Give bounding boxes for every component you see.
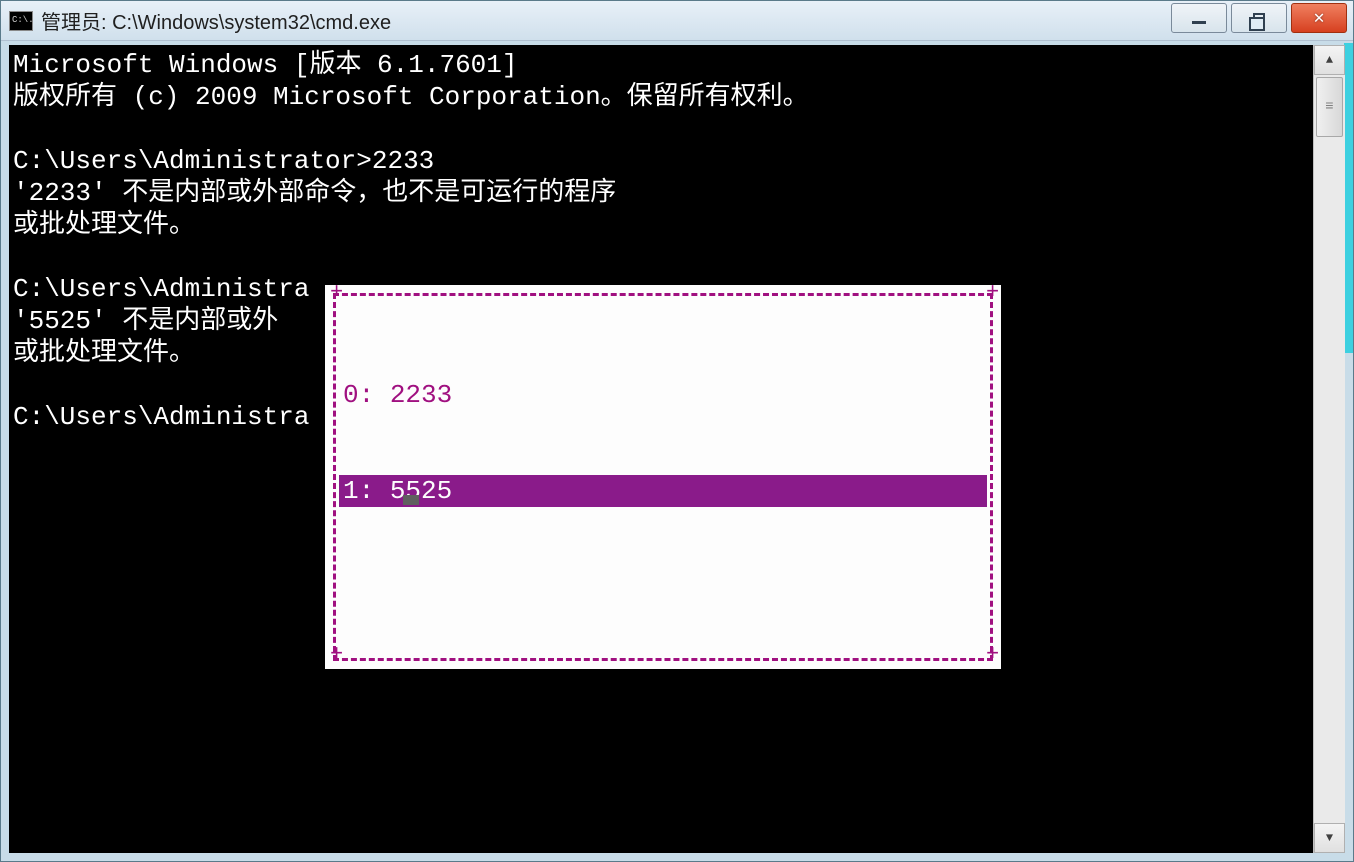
maximize-icon [1253,13,1265,23]
history-command: 2233 [390,380,452,410]
cmd-icon-text: C:\. [12,16,34,25]
minimize-button[interactable] [1171,3,1227,33]
term-line: '5525' 不是内部或外 [13,306,278,336]
client-area: Microsoft Windows [版本 6.1.7601] 版权所有 (c)… [9,45,1345,853]
history-index: 0: [343,380,374,410]
term-line: Microsoft Windows [版本 6.1.7601] [13,50,517,80]
corner-icon: + [330,288,340,298]
history-index: 1: [343,476,374,506]
right-edge-accent [1344,43,1353,353]
scroll-thumb[interactable] [1316,77,1343,137]
term-line: 或批处理文件。 [13,338,195,368]
maximize-button[interactable] [1231,3,1287,33]
term-line: '2233' 不是内部或外部命令，也不是可运行的程序 [13,178,616,208]
term-line: 或批处理文件。 [13,210,195,240]
corner-icon: + [986,650,996,660]
titlebar[interactable]: C:\. 管理员: C:\Windows\system32\cmd.exe ✕ [1,1,1353,41]
terminal-output[interactable]: Microsoft Windows [版本 6.1.7601] 版权所有 (c)… [9,45,1313,853]
vertical-scrollbar: ▲ ▼ [1313,45,1345,853]
scroll-track[interactable] [1314,75,1345,823]
term-line: 版权所有 (c) 2009 Microsoft Corporation。保留所有… [13,82,809,112]
scroll-down-button[interactable]: ▼ [1314,823,1345,853]
term-line: C:\Users\Administrator>2233 [13,146,434,176]
minimize-icon [1192,21,1206,24]
history-item-1[interactable]: 1: 5525 [339,475,987,507]
cursor-icon [403,495,419,505]
term-line: C:\Users\Administra [13,274,309,304]
corner-icon: + [986,288,996,298]
cmd-icon: C:\. [9,11,33,31]
close-button[interactable]: ✕ [1291,3,1347,33]
term-line: C:\Users\Administra [13,402,309,432]
history-item-0[interactable]: 0: 2233 [339,379,987,411]
close-icon: ✕ [1314,7,1325,29]
history-list: 0: 2233 1: 5525 [339,315,987,655]
history-command: 5525 [390,476,452,506]
cmd-window: C:\. 管理员: C:\Windows\system32\cmd.exe ✕ … [0,0,1354,862]
window-controls: ✕ [1171,3,1347,33]
command-history-popup: + + + + 0: 2233 1: 5525 [325,285,1001,669]
scroll-up-button[interactable]: ▲ [1314,45,1345,75]
window-title: 管理员: C:\Windows\system32\cmd.exe [41,6,1349,35]
